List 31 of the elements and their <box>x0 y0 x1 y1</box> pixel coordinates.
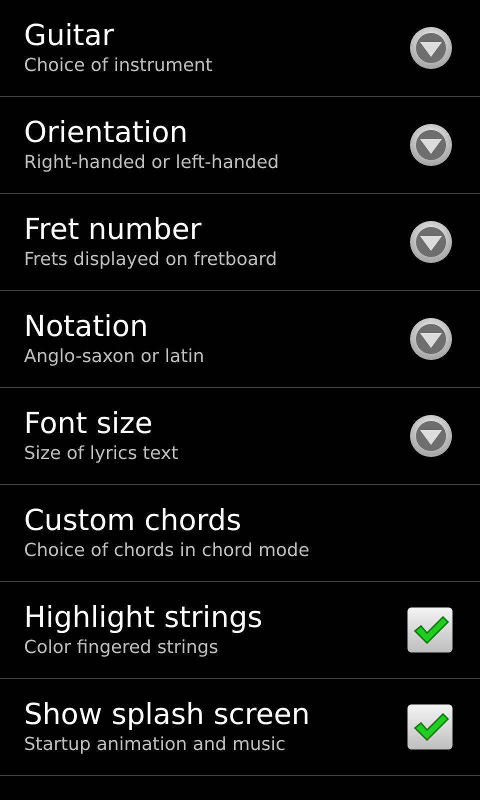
setting-title: Fret number <box>24 211 202 247</box>
settings-item[interactable]: Fret number Frets displayed on fretboard <box>0 194 480 291</box>
dropdown-icon[interactable] <box>409 414 453 458</box>
settings-item[interactable]: Notation Anglo-saxon or latin <box>0 291 480 388</box>
setting-title: Orientation <box>24 114 189 150</box>
setting-summary: Anglo-saxon or latin <box>24 345 206 369</box>
dropdown-icon[interactable] <box>409 220 453 264</box>
checkbox[interactable] <box>407 607 453 653</box>
dropdown-icon[interactable] <box>409 123 453 167</box>
setting-summary: Size of lyrics text <box>24 442 180 466</box>
setting-summary: Choice of instrument <box>24 54 214 78</box>
setting-title: Notation <box>24 308 150 344</box>
setting-title: Guitar <box>24 17 115 53</box>
settings-item[interactable]: Orientation Right-handed or left-handed <box>0 97 480 194</box>
dropdown-icon[interactable] <box>409 317 453 361</box>
checkbox[interactable] <box>407 704 453 750</box>
setting-title: Custom chords <box>24 502 242 538</box>
settings-item[interactable]: Custom chords Choice of chords in chord mode <box>0 485 480 582</box>
settings-item[interactable]: Guitar Choice of instrument <box>0 0 480 97</box>
setting-summary: Right-handed or left-handed <box>24 151 280 175</box>
setting-summary: Choice of chords in chord mode <box>24 539 310 563</box>
settings-item[interactable]: Show splash screen Startup animation and music <box>0 679 480 776</box>
settings-item[interactable]: Font size Size of lyrics text <box>0 388 480 485</box>
setting-summary: Startup animation and music <box>24 733 287 757</box>
setting-title: Font size <box>24 405 154 441</box>
setting-title: Highlight strings <box>24 599 264 635</box>
setting-summary: Color fingered strings <box>24 636 220 660</box>
setting-summary: Frets displayed on fretboard <box>24 248 278 272</box>
dropdown-icon[interactable] <box>409 26 453 70</box>
settings-item[interactable]: Highlight strings Color fingered strings <box>0 582 480 679</box>
setting-title: Show splash screen <box>24 696 311 732</box>
